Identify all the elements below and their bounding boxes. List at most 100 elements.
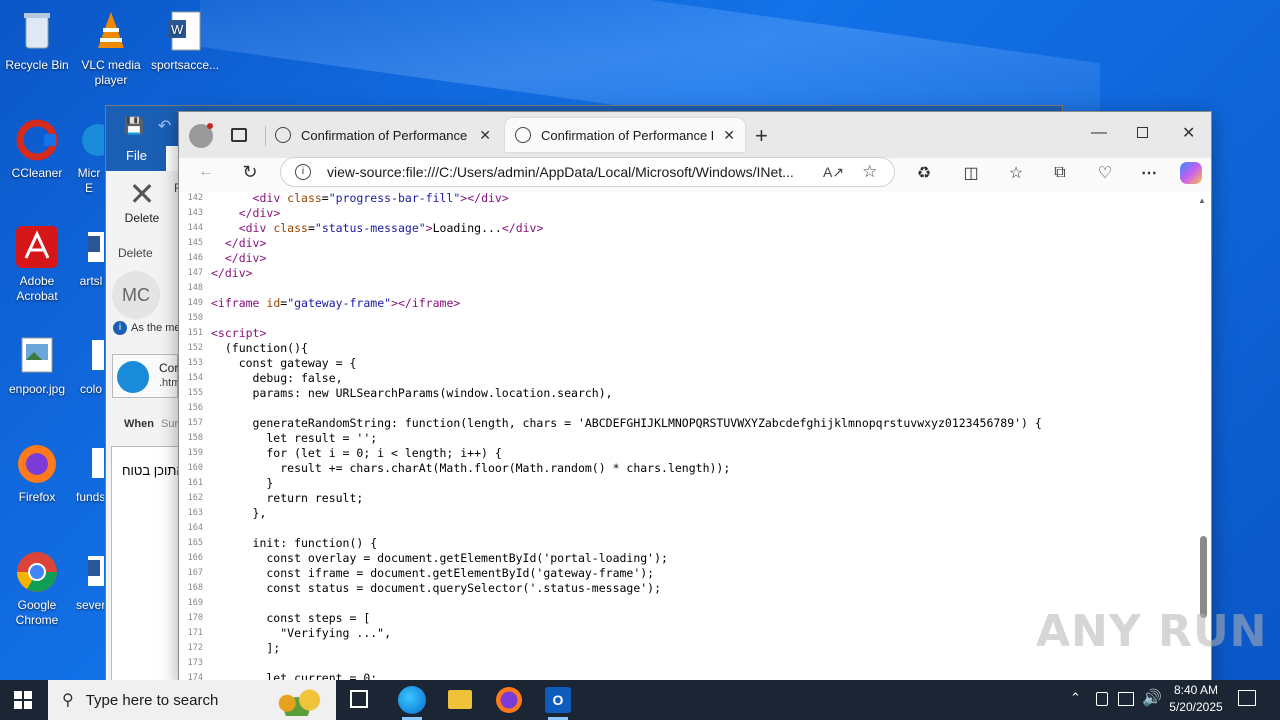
desktop-icon-ccleaner[interactable]: CCleaner: [0, 116, 74, 181]
file-icon: [78, 332, 104, 378]
start-button[interactable]: [14, 691, 32, 709]
source-line: 169: [181, 596, 1042, 611]
network-icon[interactable]: [1118, 692, 1134, 706]
source-code-text: params: new URLSearchParams(window.locat…: [211, 386, 613, 400]
desktop-icon-partial-colo[interactable]: colo: [78, 332, 104, 397]
line-number: 145: [187, 238, 203, 248]
task-view-icon[interactable]: [350, 690, 368, 708]
line-number: 166: [187, 553, 203, 563]
source-code-text: "Verifying ...",: [211, 626, 392, 640]
read-aloud-icon[interactable]: A↗: [823, 164, 844, 181]
favorites-icon[interactable]: ☆: [1003, 160, 1029, 186]
address-bar[interactable]: i view-source:file:///C:/Users/admin/App…: [280, 157, 895, 187]
new-tab-plus-icon[interactable]: +: [755, 123, 768, 149]
tab-close-icon[interactable]: ✕: [723, 127, 735, 144]
delete-button[interactable]: ✕ Delete: [114, 177, 170, 225]
tab-confirmation-1[interactable]: Confirmation of Performance ✕: [265, 118, 501, 152]
tab-close-icon[interactable]: ✕: [479, 127, 491, 144]
source-line: 147 </div>: [181, 266, 1042, 281]
line-number: 169: [187, 598, 203, 608]
source-line: 144 <div class="status-message">Loading.…: [181, 221, 1042, 236]
scroll-up-arrow-icon[interactable]: ▲: [1198, 196, 1206, 205]
source-line: 164: [181, 521, 1042, 536]
browser-essentials-icon[interactable]: ♡: [1092, 160, 1118, 186]
desktop-icon-partial-funds[interactable]: funds: [76, 440, 104, 505]
refresh-icon[interactable]: ↻: [237, 159, 263, 185]
source-line: 150: [181, 311, 1042, 326]
edge-browser-window[interactable]: Confirmation of Performance ✕ Confirmati…: [178, 111, 1212, 686]
extensions-icon[interactable]: ♻: [911, 160, 937, 186]
file-tab[interactable]: File: [106, 141, 166, 171]
site-info-icon[interactable]: i: [295, 164, 311, 180]
favorite-star-icon[interactable]: ☆: [862, 162, 877, 182]
notifications-icon[interactable]: [1238, 690, 1256, 706]
source-code-text: const overlay = document.getElementById(…: [211, 551, 668, 565]
minimize-icon[interactable]: —: [1091, 124, 1107, 142]
save-icon[interactable]: 💾: [124, 116, 144, 136]
source-line: 155 params: new URLSearchParams(window.l…: [181, 386, 1042, 401]
taskbar-outlook-icon[interactable]: O: [545, 687, 571, 713]
desktop-icon-partial-artsl[interactable]: artsl: [78, 224, 104, 289]
source-line: 171 "Verifying ...",: [181, 626, 1042, 641]
desktop-icon-partial-edge[interactable]: Micr E: [74, 116, 104, 196]
line-number: 157: [187, 418, 203, 428]
file-explorer-icon[interactable]: [448, 690, 472, 709]
line-number: 172: [187, 643, 203, 653]
delete-button-label: Delete: [124, 211, 160, 225]
attachment-card[interactable]: Cor .htm: [112, 354, 180, 398]
desktop-icon-firefox[interactable]: Firefox: [0, 440, 74, 505]
source-line: 160 result += chars.charAt(Math.floor(Ma…: [181, 461, 1042, 476]
taskbar: ⚲ Type here to search O ⌃ 🔊 8:40 AM 5/20…: [0, 680, 1280, 720]
source-line: 146 </div>: [181, 251, 1042, 266]
source-line: 154 debug: false,: [181, 371, 1042, 386]
maximize-icon[interactable]: [1137, 127, 1148, 138]
source-line: 161 }: [181, 476, 1042, 491]
line-number: 162: [187, 493, 203, 503]
source-line: 145 </div>: [181, 236, 1042, 251]
taskbar-edge-icon[interactable]: [398, 686, 426, 714]
desktop-icon-word-doc[interactable]: W sportsacce...: [148, 8, 222, 73]
image-file-icon: [14, 332, 60, 378]
attachment-name: Cor: [159, 361, 179, 375]
line-number: 164: [187, 523, 203, 533]
clock[interactable]: 8:40 AM 5/20/2025: [1164, 683, 1228, 714]
desktop-icon-vlc[interactable]: VLC media player: [74, 8, 148, 88]
watermark: ANY RUN: [1036, 606, 1268, 657]
windows-logo-icon: [14, 691, 32, 709]
show-hidden-icons-chevron-icon[interactable]: ⌃: [1070, 690, 1081, 706]
split-screen-icon[interactable]: ◫: [958, 160, 984, 186]
when-value: Sur: [161, 418, 179, 430]
desktop-icon-recycle-bin[interactable]: Recycle Bin: [0, 8, 74, 73]
source-code-text: <div class="status-message">Loading...</…: [238, 221, 544, 235]
device-icon[interactable]: [1096, 692, 1108, 706]
desktop-icon-adobe-acrobat[interactable]: Adobe Acrobat: [0, 224, 74, 304]
desktop-icon-enpoor-jpg[interactable]: enpoor.jpg: [0, 332, 74, 397]
word-doc-icon: [76, 548, 104, 594]
tab-confirmation-2[interactable]: Confirmation of Performance Por ✕: [505, 118, 745, 152]
taskbar-search-box[interactable]: ⚲ Type here to search: [48, 680, 336, 720]
globe-icon: [275, 127, 291, 143]
close-window-icon[interactable]: ✕: [1182, 123, 1195, 143]
source-code-area: 142 <div class="progress-bar-fill"></div…: [181, 192, 1042, 686]
settings-more-icon[interactable]: ⋯: [1136, 160, 1162, 186]
ccleaner-icon: [14, 116, 60, 162]
tab-actions-icon[interactable]: [231, 128, 247, 142]
undo-icon[interactable]: ↶: [158, 116, 171, 136]
line-number: 168: [187, 583, 203, 593]
taskbar-firefox-icon[interactable]: [496, 687, 522, 713]
url-text[interactable]: view-source:file:///C:/Users/admin/AppDa…: [327, 164, 807, 180]
search-highlight-flowers-icon: [268, 684, 332, 716]
source-code-text: },: [211, 506, 267, 520]
copilot-icon[interactable]: [1180, 162, 1202, 184]
desktop-icon-label: artsl: [79, 274, 103, 288]
desktop-icon-partial-sever[interactable]: sever: [76, 548, 104, 613]
clock-time: 8:40 AM: [1173, 683, 1219, 697]
source-code-text: const gateway = {: [211, 356, 357, 370]
volume-icon[interactable]: 🔊: [1142, 688, 1162, 708]
source-code-text: </div>: [238, 206, 281, 220]
line-number: 170: [187, 613, 203, 623]
source-code-text: const iframe = document.getElementById('…: [211, 566, 655, 580]
back-arrow-icon[interactable]: ←: [193, 159, 219, 185]
collections-icon[interactable]: ⧉: [1047, 160, 1073, 186]
desktop-icon-google-chrome[interactable]: Google Chrome: [0, 548, 74, 628]
